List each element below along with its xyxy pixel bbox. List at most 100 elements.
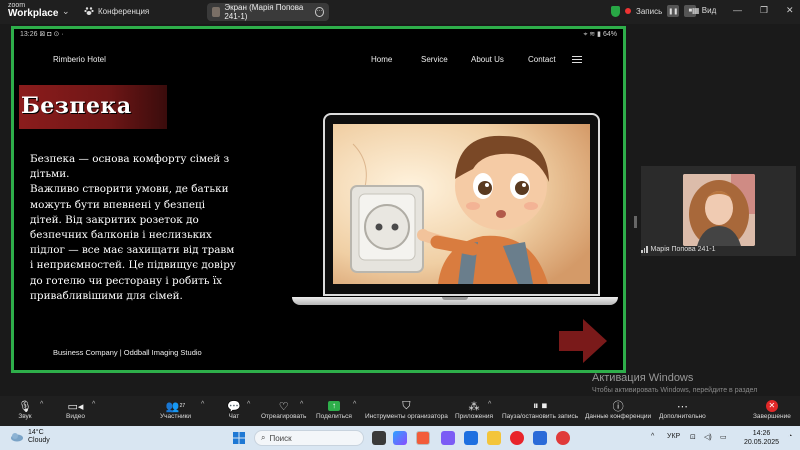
- zoom-title-bar: zoom Workplace ⌄ Конференция Экран (Марі…: [0, 0, 800, 24]
- video-options-chevron-icon[interactable]: ^: [92, 401, 95, 408]
- apps-label: Приложения: [455, 413, 494, 420]
- pause-rec-label: Пауза/остановить запись: [502, 413, 579, 420]
- weather-temp: 14°C: [28, 429, 44, 436]
- apps-chevron-icon[interactable]: ^: [488, 401, 491, 408]
- panel-resize-handle[interactable]: [634, 216, 637, 228]
- windows-taskbar: 14°C Cloudy ⌕ Поиск ^ УКР ⊡ ◁) ▭ 14:26 2…: [0, 426, 800, 450]
- view-menu[interactable]: ▦ Вид: [692, 6, 716, 15]
- weather-widget[interactable]: 14°C Cloudy: [10, 429, 50, 445]
- opera-icon[interactable]: [510, 431, 524, 445]
- zoom-app-icon[interactable]: [464, 431, 478, 445]
- system-clock[interactable]: 14:26 20.05.2025: [744, 429, 779, 447]
- language-label[interactable]: УКР: [667, 433, 680, 440]
- participants-icon: 👥 27: [165, 400, 186, 413]
- pause-stop-recording-button[interactable]: ⏸ ⏹ Пауза/остановить запись: [502, 399, 579, 421]
- meeting-info-button[interactable]: ⓘ Данные конференции: [585, 399, 651, 420]
- status-icons: ⊠ ◘ ⊙ ·: [37, 31, 64, 38]
- tablet-time: 13:26: [20, 30, 38, 38]
- end-label: Завершение: [753, 413, 791, 420]
- shield-icon: ⛉: [402, 399, 411, 412]
- arrow-right-icon[interactable]: [559, 317, 607, 365]
- screen-share-indicator[interactable]: Экран (Марія Попова 241-1) ···: [207, 3, 329, 21]
- react-chevron-icon[interactable]: ^: [300, 401, 303, 408]
- zoom-logo: zoom Workplace: [8, 2, 58, 19]
- word-icon[interactable]: [533, 431, 547, 445]
- host-tools-button[interactable]: ⛉ Инструменты организатора: [365, 399, 448, 421]
- windows-start-icon[interactable]: [233, 432, 245, 444]
- battery-icon[interactable]: ▭: [720, 433, 727, 441]
- network-icon[interactable]: ⊡: [690, 433, 696, 441]
- nav-home[interactable]: Home: [371, 55, 392, 64]
- shield-icon: [611, 5, 620, 17]
- nav-contact[interactable]: Contact: [528, 55, 556, 64]
- app-icon-1[interactable]: [416, 431, 430, 445]
- more-icon: ⋯: [676, 400, 688, 413]
- notifications-icon[interactable]: ◔: [788, 433, 792, 440]
- signal-icon: [641, 246, 648, 253]
- status-right: ⌖ ≋ ▮ 64%: [583, 30, 617, 38]
- restore-icon[interactable]: ❐: [760, 5, 768, 16]
- pause-recording-icon[interactable]: ❚❚: [667, 5, 680, 17]
- task-view-icon[interactable]: [372, 431, 386, 445]
- audio-button[interactable]: 🎙 Звук: [18, 399, 32, 421]
- zoom-logo-line2: Workplace: [8, 8, 59, 19]
- chevron-down-icon[interactable]: ⌄: [62, 6, 70, 17]
- participant-name: Марія Попова 241-1: [650, 246, 716, 253]
- file-explorer-icon[interactable]: [487, 431, 501, 445]
- shared-screen: 13:26 ⊠ ◘ ⊙ · ⌖ ≋ ▮ 64% Rimberio Hotel H…: [11, 26, 626, 373]
- share-button[interactable]: ↑ Поделиться: [316, 399, 352, 420]
- recording-indicator: Запись ❚❚ ■: [611, 5, 697, 17]
- volume-icon[interactable]: ◁): [704, 433, 712, 441]
- search-icon: ⌕: [261, 433, 266, 442]
- copilot-icon[interactable]: [393, 431, 407, 445]
- more-button[interactable]: ⋯ Дополнительно: [659, 399, 706, 421]
- tray-chevron-icon[interactable]: ^: [651, 433, 654, 440]
- chat-chevron-icon[interactable]: ^: [247, 401, 250, 408]
- participant-video: [683, 174, 755, 246]
- record-dot-icon: [625, 8, 631, 14]
- share-label: Поделиться: [316, 413, 352, 420]
- clock-date: 20.05.2025: [744, 439, 780, 446]
- react-label: Отреагировать: [261, 413, 307, 420]
- participants-chevron-icon[interactable]: ^: [201, 401, 204, 408]
- participants-label: Участники: [160, 413, 192, 420]
- conference-label: Конференция: [98, 6, 150, 16]
- app-icon-3[interactable]: [556, 431, 570, 445]
- battery-level: 64%: [602, 30, 617, 38]
- meeting-info-label: Данные конференции: [585, 413, 652, 420]
- weather-desc: Cloudy: [28, 437, 50, 444]
- participant-tile[interactable]: [641, 166, 796, 256]
- end-call-icon: ✕: [765, 400, 778, 412]
- pause-stop-icon: ⏸ ⏹: [533, 399, 548, 412]
- participants-count: 27: [179, 403, 186, 409]
- video-label: Видео: [66, 413, 85, 420]
- nav-about[interactable]: About Us: [471, 55, 504, 64]
- end-meeting-button[interactable]: ✕ Завершение: [753, 399, 791, 420]
- taskbar-search[interactable]: ⌕ Поиск: [254, 430, 364, 446]
- close-icon[interactable]: ✕: [786, 5, 794, 16]
- laptop-notch: [442, 297, 468, 300]
- site-brand[interactable]: Rimberio Hotel: [53, 55, 106, 64]
- laptop-illustration: [323, 113, 600, 296]
- minimize-icon[interactable]: —: [733, 5, 742, 15]
- app-icon-2[interactable]: [441, 431, 455, 445]
- site-footer: Business Company | Oddball Imaging Studi…: [53, 348, 202, 357]
- hamburger-menu-icon[interactable]: [572, 56, 582, 65]
- host-tools-label: Инструменты организатора: [365, 413, 448, 420]
- conference-menu[interactable]: Конференция: [84, 6, 149, 16]
- chat-button[interactable]: 💬 Чат: [227, 399, 241, 421]
- child-socket-illustration: [333, 124, 590, 284]
- audio-options-chevron-icon[interactable]: ^: [40, 401, 43, 408]
- search-label: Поиск: [269, 433, 292, 443]
- more-label: Дополнительно: [659, 413, 706, 420]
- child-socket-image: [333, 124, 590, 284]
- chat-label: Чат: [228, 413, 240, 420]
- share-chevron-icon[interactable]: ^: [353, 401, 356, 408]
- share-thumbnail: [212, 7, 221, 17]
- participants-button[interactable]: 👥 27 Участники: [160, 399, 192, 421]
- nav-service[interactable]: Service: [421, 55, 448, 64]
- meeting-toolbar: 🎙 Звук ^ ▭◂ Видео ^ 👥 27 Участники ^ 💬 Ча…: [0, 396, 800, 426]
- share-screen-icon: ↑: [327, 399, 340, 413]
- video-button[interactable]: ▭◂ Видео: [66, 399, 85, 421]
- more-icon[interactable]: ···: [315, 7, 324, 17]
